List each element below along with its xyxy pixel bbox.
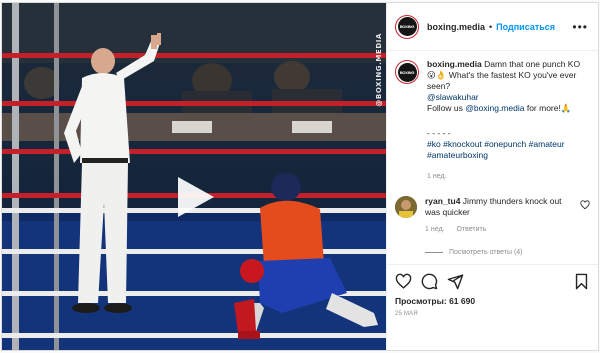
avatar[interactable]: BOXING [395, 14, 419, 39]
play-icon[interactable] [176, 175, 216, 219]
hashtag[interactable]: #amateur [529, 139, 565, 149]
header-separator: • [489, 21, 493, 32]
video-player[interactable]: @BOXING.MEDIA [2, 3, 386, 350]
comments-list[interactable]: BOXING boxing.media Damn that one punch … [387, 51, 598, 264]
comment-username[interactable]: ryan_tu4 [425, 196, 460, 206]
caption-follow-post: for more!🙏 [524, 103, 572, 113]
caption-text: boxing.media Damn that one punch KO 😮👌 W… [427, 59, 590, 182]
hashtag[interactable]: #knockout [443, 139, 482, 149]
caption-hashtags: #ko #knockout #onepunch #amateur #amateu… [427, 139, 590, 161]
post-actions: Просмотры: 61 690 25 МАЯ [387, 264, 598, 350]
follow-button[interactable]: Подписаться [496, 22, 555, 32]
hashtag[interactable]: #amateurboxing [427, 150, 488, 160]
more-options-icon[interactable]: ••• [572, 20, 590, 34]
post-date[interactable]: 25 МАЯ [395, 311, 590, 317]
caption-row: BOXING boxing.media Damn that one punch … [395, 59, 590, 182]
bookmark-icon[interactable] [573, 273, 590, 290]
commenter-avatar[interactable] [395, 196, 417, 218]
comment-body: ryan_tu4 Jimmy thunders knock out was qu… [425, 196, 575, 235]
post-sidebar: BOXING boxing.media • Подписаться ••• BO… [386, 3, 598, 350]
caption-username[interactable]: boxing.media [427, 59, 482, 69]
caption-follow-pre: Follow us [427, 103, 466, 113]
reply-button[interactable]: Ответить [456, 224, 486, 235]
comment-icon[interactable] [421, 273, 438, 290]
caption-mention[interactable]: @slawakuhar [427, 92, 479, 102]
comment-timestamp[interactable]: 1 нед. [425, 224, 444, 235]
commenter-avatar-image [395, 196, 417, 218]
caption-timestamp[interactable]: 1 нед. [427, 171, 590, 182]
heart-icon[interactable] [395, 273, 412, 290]
video-watermark: @BOXING.MEDIA [375, 33, 383, 107]
comment-row: ryan_tu4 Jimmy thunders knock out was qu… [395, 196, 590, 235]
share-icon[interactable] [447, 273, 464, 290]
caption-avatar[interactable]: BOXING [395, 60, 419, 84]
caption-follow-handle[interactable]: @boxing.media [465, 103, 524, 113]
comment-like-icon[interactable] [580, 200, 590, 210]
post-header: BOXING boxing.media • Подписаться ••• [387, 3, 598, 51]
header-username[interactable]: boxing.media [427, 22, 485, 32]
caption-dashes: - - - - - [427, 128, 451, 138]
replies-divider [425, 252, 443, 253]
action-icons [395, 271, 590, 291]
instagram-post: @BOXING.MEDIA BOXING boxing.media • Подп… [1, 2, 599, 351]
view-count[interactable]: Просмотры: 61 690 [395, 296, 590, 306]
comment-meta: 1 нед. Ответить [425, 224, 575, 235]
hashtag[interactable]: #onepunch [484, 139, 526, 149]
view-replies-button[interactable]: Посмотреть ответы (4) [425, 249, 590, 256]
caption-avatar-logo: BOXING [397, 62, 417, 82]
avatar-logo: BOXING [397, 17, 417, 36]
hashtag[interactable]: #ko [427, 139, 441, 149]
view-replies-label: Посмотреть ответы (4) [449, 249, 523, 256]
